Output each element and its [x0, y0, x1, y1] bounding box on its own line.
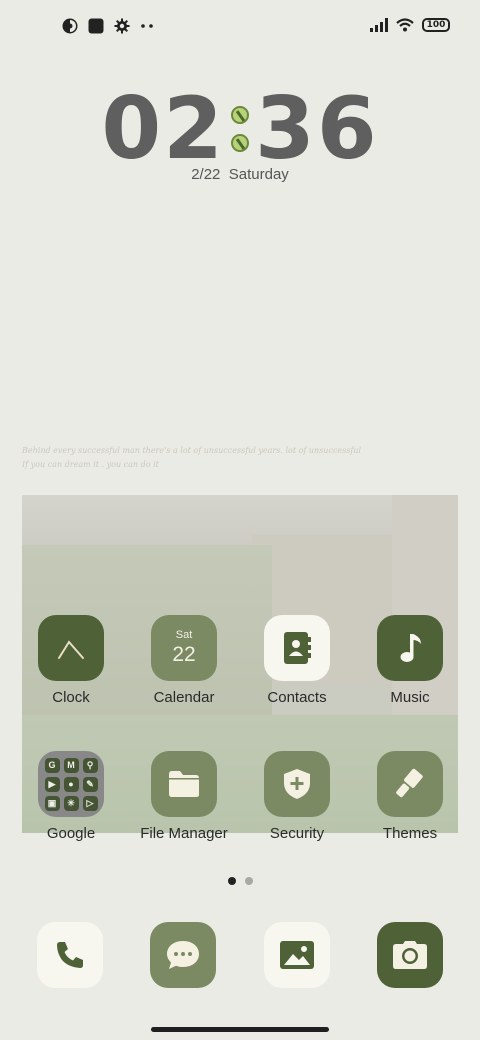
app-contacts[interactable]: Contacts [242, 615, 352, 706]
clock-icon [38, 615, 104, 681]
folder-icon: G M ⚲ ▶ ● ✎ ▣ ✳ ▷ [38, 751, 104, 817]
signal-icon [370, 18, 388, 32]
youtube-mini-icon: ▶ [44, 776, 60, 792]
clock-hours: 02 [101, 79, 225, 179]
play-store-mini-icon: ▷ [82, 795, 98, 811]
date-text: 2/22 [191, 166, 221, 183]
quote-line-2: If you can dream it . you can do it [22, 460, 159, 469]
music-note-icon [377, 615, 443, 681]
message-icon [164, 938, 202, 972]
shield-plus-icon [264, 751, 330, 817]
status-left-icons [62, 18, 154, 34]
battery-indicator: 100 [422, 18, 450, 32]
gallery-icon [278, 939, 316, 971]
phone-icon [53, 938, 87, 972]
clock-widget[interactable]: 02 36 [0, 84, 480, 174]
page-dot[interactable] [244, 877, 253, 885]
status-right-icons: 100 [370, 18, 450, 32]
clock-minutes: 36 [255, 79, 379, 179]
maps-mini-icon: ⚲ [82, 757, 98, 773]
folder-google[interactable]: G M ⚲ ▶ ● ✎ ▣ ✳ ▷ Google [16, 751, 126, 842]
dock-gallery[interactable] [264, 922, 330, 988]
contacts-icon [264, 615, 330, 681]
date-line: 2/22 Saturday [0, 166, 480, 183]
app-file-manager[interactable]: File Manager [129, 751, 239, 842]
pinwheel-mini-icon: ✳ [63, 795, 79, 811]
app-label: Calendar [153, 689, 215, 706]
leaf-dot-icon [231, 134, 249, 152]
page-dot-active[interactable] [227, 877, 236, 885]
assistant-mini-icon: ● [63, 776, 79, 792]
quote-line-1: Behind every successful man there's a lo… [22, 446, 362, 455]
brush-icon [377, 751, 443, 817]
app-label: Music [390, 689, 430, 706]
app-themes[interactable]: Themes [355, 751, 465, 842]
clock-separator [231, 106, 249, 152]
calendar-day: Sat [175, 629, 193, 641]
camera-icon [391, 939, 429, 971]
app-label: File Manager [140, 825, 228, 842]
folder-file-icon [151, 751, 217, 817]
status-bar: 100 [0, 0, 480, 56]
page-indicator[interactable] [0, 877, 480, 885]
app-label: Security [269, 825, 325, 842]
dock-messages[interactable] [150, 922, 216, 988]
weekday-text: Saturday [228, 166, 289, 183]
square-icon [88, 18, 104, 34]
gmail-mini-icon: M [63, 757, 79, 773]
leaf-dot-icon [231, 106, 249, 124]
app-badge-icon [62, 18, 78, 34]
home-gesture-bar[interactable] [151, 1027, 329, 1032]
duo-mini-icon: ▣ [44, 795, 60, 811]
dock-camera[interactable] [377, 922, 443, 988]
app-label: Themes [382, 825, 438, 842]
dock-phone[interactable] [37, 922, 103, 988]
app-music[interactable]: Music [355, 615, 465, 706]
quote-text: Behind every successful man there's a lo… [22, 444, 361, 472]
calendar-date: 22 [172, 643, 196, 666]
app-clock[interactable]: Clock [16, 615, 126, 706]
app-label: Clock [52, 689, 90, 706]
wifi-icon [396, 18, 414, 32]
photos-mini-icon: ✎ [82, 776, 98, 792]
gear-icon [114, 18, 130, 34]
calendar-icon: Sat 22 [151, 615, 217, 681]
more-dots-icon [140, 23, 154, 29]
app-label: Contacts [267, 689, 327, 706]
app-calendar[interactable]: Sat 22 Calendar [129, 615, 239, 706]
google-mini-icon: G [44, 757, 60, 773]
folder-grid: G M ⚲ ▶ ● ✎ ▣ ✳ ▷ [44, 757, 98, 811]
app-security[interactable]: Security [242, 751, 352, 842]
app-label: Google [46, 825, 96, 842]
